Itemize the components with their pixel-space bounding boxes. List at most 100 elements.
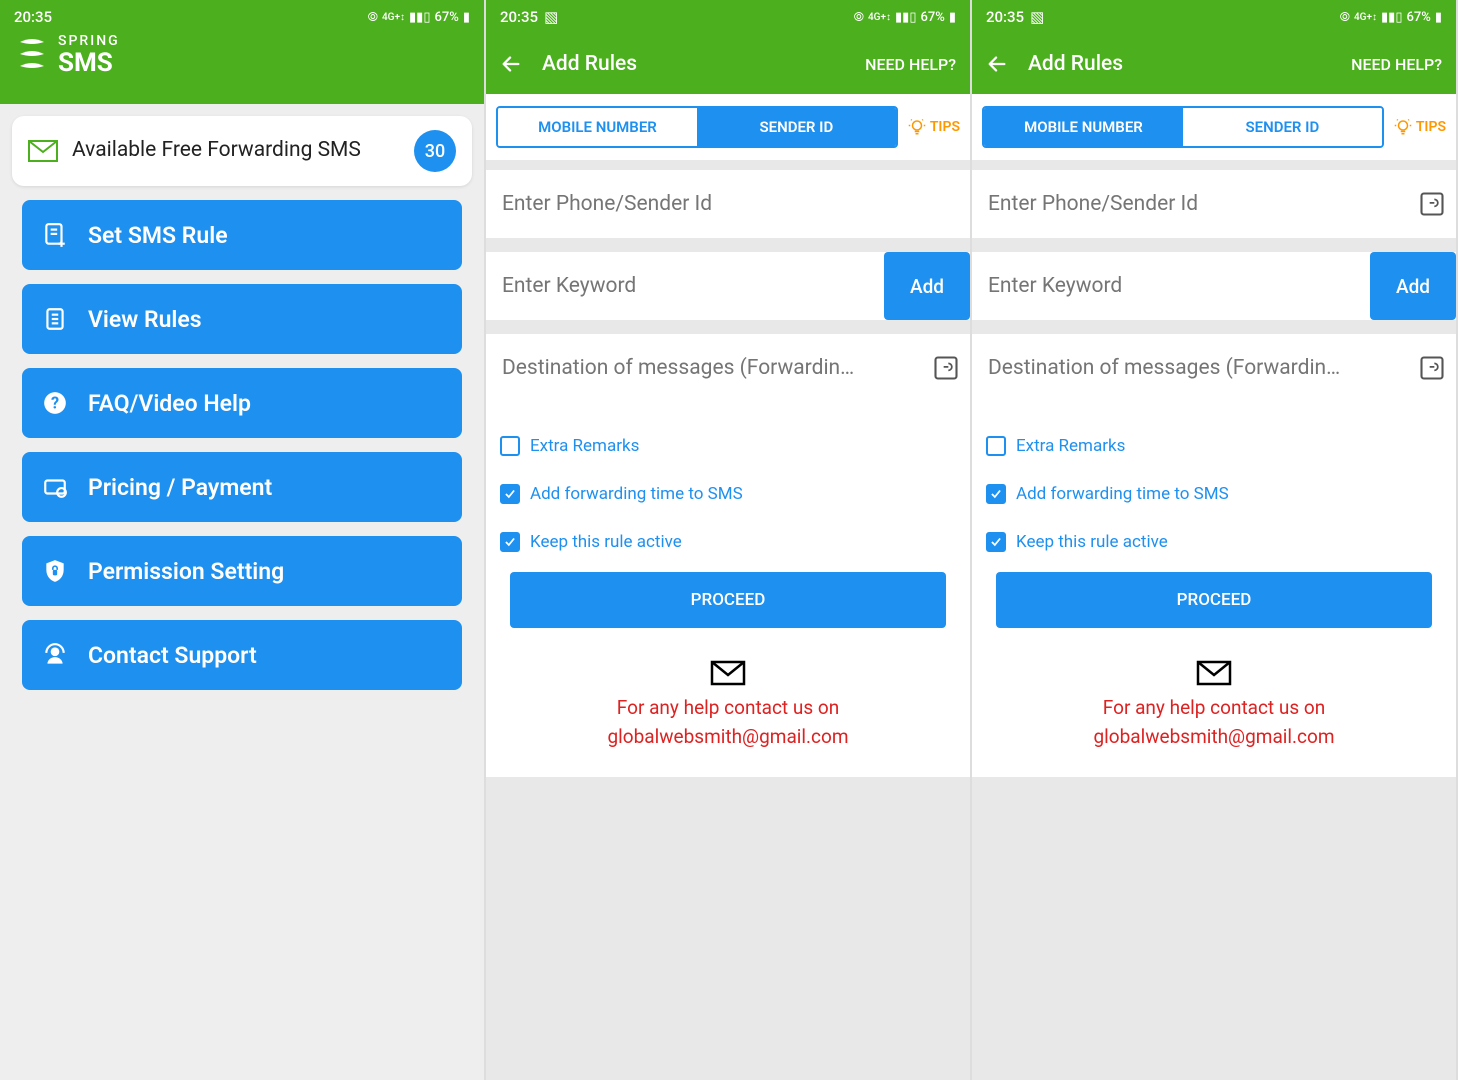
support-agent-icon [42,642,68,668]
help-line1: For any help contact us on [992,694,1436,723]
keyword-input[interactable] [486,252,884,320]
signal-icon: ▮▮▯ [895,10,916,25]
proceed-button[interactable]: PROCEED [996,572,1432,628]
tips-button[interactable]: TIPS [1384,118,1446,136]
check-forwarding-time[interactable]: Add forwarding time to SMS [500,470,956,518]
phone-field-block [486,170,970,238]
status-bar: 20:35 ▧ ⦾ 4G+↕ ▮▮▯ 67% ▮ [972,0,1456,34]
checkbox-checked-icon [986,532,1006,552]
signal-icon: ▮▮▯ [1381,10,1402,25]
destination-input[interactable] [486,334,970,402]
check-extra-remarks[interactable]: Extra Remarks [500,422,956,470]
battery-icon: ▮ [463,10,470,25]
battery-text: 67% [434,10,458,25]
battery-icon: ▮ [949,10,956,25]
screen-home: 20:35 ⦾ 4G+↕ ▮▮▯ 67% ▮ SPRING SMS [0,0,486,1080]
contacts-icon[interactable] [1418,190,1446,218]
tab-mobile-number[interactable]: MOBILE NUMBER [498,108,697,146]
checkbox-checked-icon [500,484,520,504]
back-icon[interactable] [500,53,522,75]
envelope-icon [1196,660,1232,686]
keyword-row: Add [486,252,970,320]
back-icon[interactable] [986,53,1008,75]
check-forwarding-time[interactable]: Add forwarding time to SMS [986,470,1442,518]
card-free-count: 30 [414,130,456,172]
menu-faq[interactable]: ? FAQ/Video Help [22,368,462,438]
svg-text:?: ? [51,393,59,412]
add-keyword-button[interactable]: Add [1370,252,1456,320]
checkbox-checked-icon [500,532,520,552]
card-free-label: Available Free Forwarding SMS [72,137,400,164]
phone-sender-input[interactable] [972,170,1456,238]
shield-lock-icon [42,558,68,584]
help-contact-block: For any help contact us on globalwebsmit… [972,646,1456,777]
tab-row: MOBILE NUMBER SENDER ID TIPS [486,94,970,160]
add-keyword-button[interactable]: Add [884,252,970,320]
menu-pricing[interactable]: Pricing / Payment [22,452,462,522]
tips-button[interactable]: TIPS [898,118,960,136]
contacts-icon[interactable] [932,354,960,382]
check-label: Add forwarding time to SMS [530,484,743,504]
status-bar: 20:35 ▧ ⦾ 4G+↕ ▮▮▯ 67% ▮ [486,0,970,34]
help-email: globalwebsmith@gmail.com [506,723,950,752]
need-help-button[interactable]: NEED HELP? [1351,55,1442,74]
check-list: Extra Remarks Add forwarding time to SMS… [972,402,1456,646]
screen-add-rules-mobile: 20:35 ▧ ⦾ 4G+↕ ▮▮▯ 67% ▮ Add Rules NEED … [486,0,972,1080]
help-email: globalwebsmith@gmail.com [992,723,1436,752]
destination-field-block [486,334,970,402]
checkbox-icon [500,436,520,456]
logo-area: SPRING SMS [0,34,484,104]
menu-label: Permission Setting [88,558,284,585]
need-help-button[interactable]: NEED HELP? [865,55,956,74]
phone-sender-input[interactable] [486,170,970,238]
menu-permission[interactable]: Permission Setting [22,536,462,606]
envelope-icon [28,140,58,162]
hotspot-icon: ⦾ [368,10,378,25]
check-keep-active[interactable]: Keep this rule active [986,518,1442,566]
menu-label: Contact Support [88,642,257,669]
spring-logo-icon [14,34,50,76]
tab-sender-id[interactable]: SENDER ID [1183,108,1382,146]
hotspot-icon: ⦾ [854,10,864,25]
picture-icon: ▧ [544,8,558,26]
lightbulb-icon [908,118,926,136]
tab-mobile-number[interactable]: MOBILE NUMBER [984,108,1183,146]
tab-sender-id[interactable]: SENDER ID [697,108,896,146]
screen-title: Add Rules [542,52,845,76]
destination-field-block [972,334,1456,402]
menu-label: Set SMS Rule [88,222,228,249]
menu-support[interactable]: Contact Support [22,620,462,690]
brand-line2: SMS [58,50,120,76]
envelope-icon [710,660,746,686]
contacts-icon[interactable] [1418,354,1446,382]
card-free-sms[interactable]: Available Free Forwarding SMS 30 [12,116,472,186]
menu-view-rules[interactable]: View Rules [22,284,462,354]
picture-icon: ▧ [1030,8,1044,26]
destination-input[interactable] [972,334,1456,402]
status-time: 20:35 [986,8,1024,26]
checkbox-checked-icon [986,484,1006,504]
check-label: Add forwarding time to SMS [1016,484,1229,504]
proceed-button[interactable]: PROCEED [510,572,946,628]
check-keep-active[interactable]: Keep this rule active [500,518,956,566]
keyword-input[interactable] [972,252,1370,320]
network-icon: 4G+↕ [1354,12,1377,23]
payment-icon [42,474,68,500]
help-contact-block: For any help contact us on globalwebsmit… [486,646,970,777]
rule-add-icon [42,222,68,248]
battery-text: 67% [920,10,944,25]
screen-add-rules-sender: 20:35 ▧ ⦾ 4G+↕ ▮▮▯ 67% ▮ Add Rules NEED … [972,0,1458,1080]
menu-set-sms-rule[interactable]: Set SMS Rule [22,200,462,270]
keyword-row: Add [972,252,1456,320]
check-label: Keep this rule active [1016,532,1168,552]
help-line1: For any help contact us on [506,694,950,723]
tips-label: TIPS [930,119,960,135]
lightbulb-icon [1394,118,1412,136]
menu-label: Pricing / Payment [88,474,272,501]
menu-label: FAQ/Video Help [88,390,251,417]
check-extra-remarks[interactable]: Extra Remarks [986,422,1442,470]
battery-text: 67% [1406,10,1430,25]
hotspot-icon: ⦾ [1340,10,1350,25]
battery-icon: ▮ [1435,10,1442,25]
app-bar: Add Rules NEED HELP? [486,34,970,94]
